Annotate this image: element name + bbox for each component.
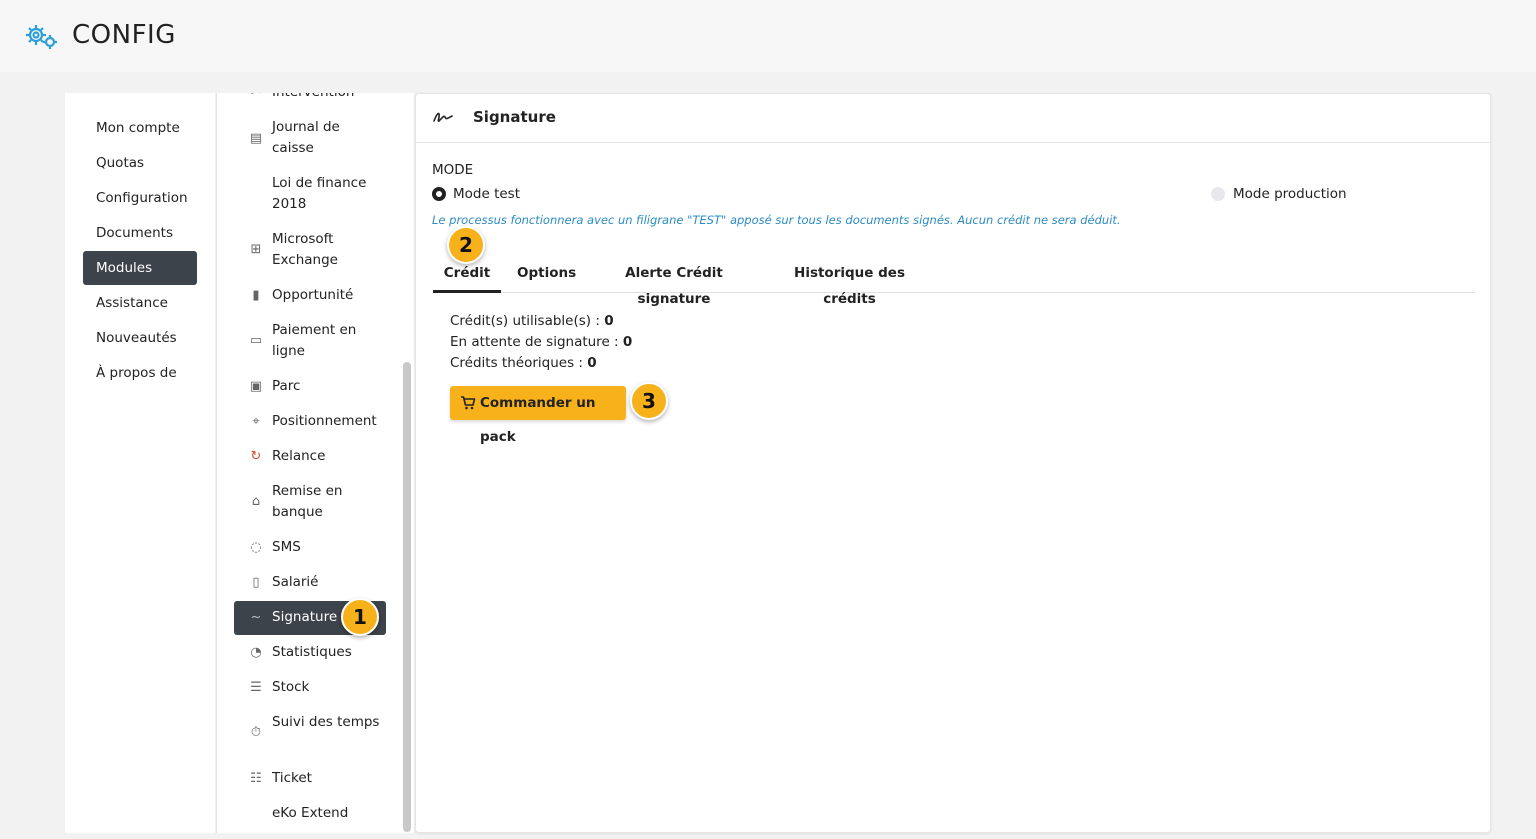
- windows-icon: ⊞: [250, 242, 262, 257]
- module-item-statistiques[interactable]: ◔ Statistiques: [234, 642, 386, 664]
- order-pack-button[interactable]: Commander un pack: [450, 386, 626, 445]
- module-item-opportunite[interactable]: ▮ Opportunité: [234, 285, 386, 307]
- panel-header: Signature: [416, 94, 1490, 143]
- app-title: CONFIG: [72, 20, 176, 50]
- mode-production-label[interactable]: Mode production: [1233, 186, 1347, 202]
- step-badge-3: 3: [630, 382, 668, 420]
- refresh-icon: ↻: [250, 449, 262, 464]
- module-item-stock[interactable]: ☰ Stock: [234, 677, 386, 699]
- theoretical-credits-value: 0: [587, 355, 597, 371]
- menu-item-quotas[interactable]: Quotas: [83, 146, 197, 180]
- bars-icon: ▮: [252, 288, 260, 303]
- sms-icon: ◌: [250, 540, 262, 555]
- settings-menu: Mon compte Quotas Configuration Document…: [65, 93, 215, 833]
- bank-icon: ⌂: [251, 494, 261, 509]
- signature-tabs: Crédit Options Alerte Crédit signature H…: [433, 260, 1475, 307]
- menu-item-documents[interactable]: Documents: [83, 216, 197, 250]
- panel-title: Signature: [473, 108, 556, 126]
- menu-item-mon-compte[interactable]: Mon compte: [83, 111, 197, 145]
- credit-summary: Crédit(s) utilisable(s) : 0 En attente d…: [450, 311, 632, 374]
- step-badge-1: 1: [341, 598, 379, 636]
- tab-alerte-credit-signature[interactable]: Alerte Crédit signature: [598, 260, 750, 307]
- module-item-sms[interactable]: ◌ SMS: [234, 537, 386, 559]
- gears-icon: [26, 25, 57, 49]
- usable-credits-line: Crédit(s) utilisable(s) : 0: [450, 313, 614, 329]
- module-list-scrollbar-thumb[interactable]: [403, 362, 411, 832]
- signature-panel: Signature MODE Mode test Mode production…: [415, 93, 1491, 833]
- map-icon: ⌖: [252, 414, 260, 429]
- top-bar: CONFIG: [0, 0, 1536, 72]
- credit-card-icon: ▭: [249, 333, 263, 348]
- module-item-suivi-des-temps[interactable]: ⏱ Suivi des temps: [234, 712, 386, 754]
- stock-icon: ☰: [250, 680, 262, 695]
- menu-item-assistance[interactable]: Assistance: [83, 286, 197, 320]
- module-item-remise-en-banque[interactable]: ⌂ Remise en banque: [234, 481, 386, 523]
- module-list: ✂ Intervention ▤ Journal de caisse Loi d…: [216, 93, 414, 833]
- module-item-salarie[interactable]: ▯ Salarié: [234, 572, 386, 594]
- mode-label: MODE: [432, 162, 474, 178]
- mode-test-radio[interactable]: [432, 187, 446, 201]
- step-badge-2: 2: [447, 226, 485, 264]
- order-pack-label: Commander un pack: [480, 395, 596, 445]
- menu-item-configuration[interactable]: Configuration: [83, 181, 197, 215]
- box-icon: ▣: [249, 379, 263, 394]
- theoretical-credits-line: Crédits théoriques : 0: [450, 355, 597, 371]
- tab-historique-des-credits[interactable]: Historique des crédits: [777, 260, 922, 307]
- module-item-paiement-en-ligne[interactable]: ▭ Paiement en ligne: [234, 320, 386, 362]
- tab-credit[interactable]: Crédit: [433, 260, 501, 293]
- mode-production-radio[interactable]: [1211, 187, 1225, 201]
- menu-item-a-propos[interactable]: À propos de: [83, 356, 197, 390]
- menu-item-nouveautes[interactable]: Nouveautés: [83, 321, 197, 355]
- cart-icon: [461, 396, 476, 410]
- signature-icon: [433, 112, 453, 122]
- list-check-icon: ☷: [250, 771, 262, 786]
- mode-test-label[interactable]: Mode test: [453, 186, 520, 202]
- usable-credits-value: 0: [604, 313, 614, 329]
- module-item-microsoft-exchange[interactable]: ⊞ Microsoft Exchange: [234, 229, 386, 271]
- module-item-positionnement[interactable]: ⌖ Positionnement: [234, 411, 386, 433]
- menu-item-modules[interactable]: Modules: [83, 251, 197, 285]
- badge-icon: ▯: [252, 575, 260, 590]
- module-item-eko-extend[interactable]: eKo Extend: [234, 803, 386, 825]
- pie-chart-icon: ◔: [250, 645, 262, 660]
- cash-register-icon: ▤: [249, 131, 263, 146]
- module-item-parc[interactable]: ▣ Parc: [234, 376, 386, 398]
- signature-icon: ~: [250, 610, 262, 625]
- module-item-loi-de-finance[interactable]: Loi de finance 2018: [234, 173, 386, 215]
- module-item-intervention[interactable]: ✂ Intervention: [234, 93, 386, 106]
- tab-options[interactable]: Options: [517, 260, 576, 293]
- module-item-ticket[interactable]: ☷ Ticket: [234, 768, 386, 790]
- module-item-relance[interactable]: ↻ Relance: [234, 446, 386, 468]
- stopwatch-icon: ⏱: [250, 725, 262, 740]
- module-item-journal-de-caisse[interactable]: ▤ Journal de caisse: [234, 117, 386, 159]
- pending-signature-line: En attente de signature : 0: [450, 334, 633, 350]
- tools-icon: ✂: [247, 93, 265, 102]
- pending-signature-value: 0: [622, 334, 633, 350]
- mode-hint: Le processus fonctionnera avec un filigr…: [432, 213, 1121, 227]
